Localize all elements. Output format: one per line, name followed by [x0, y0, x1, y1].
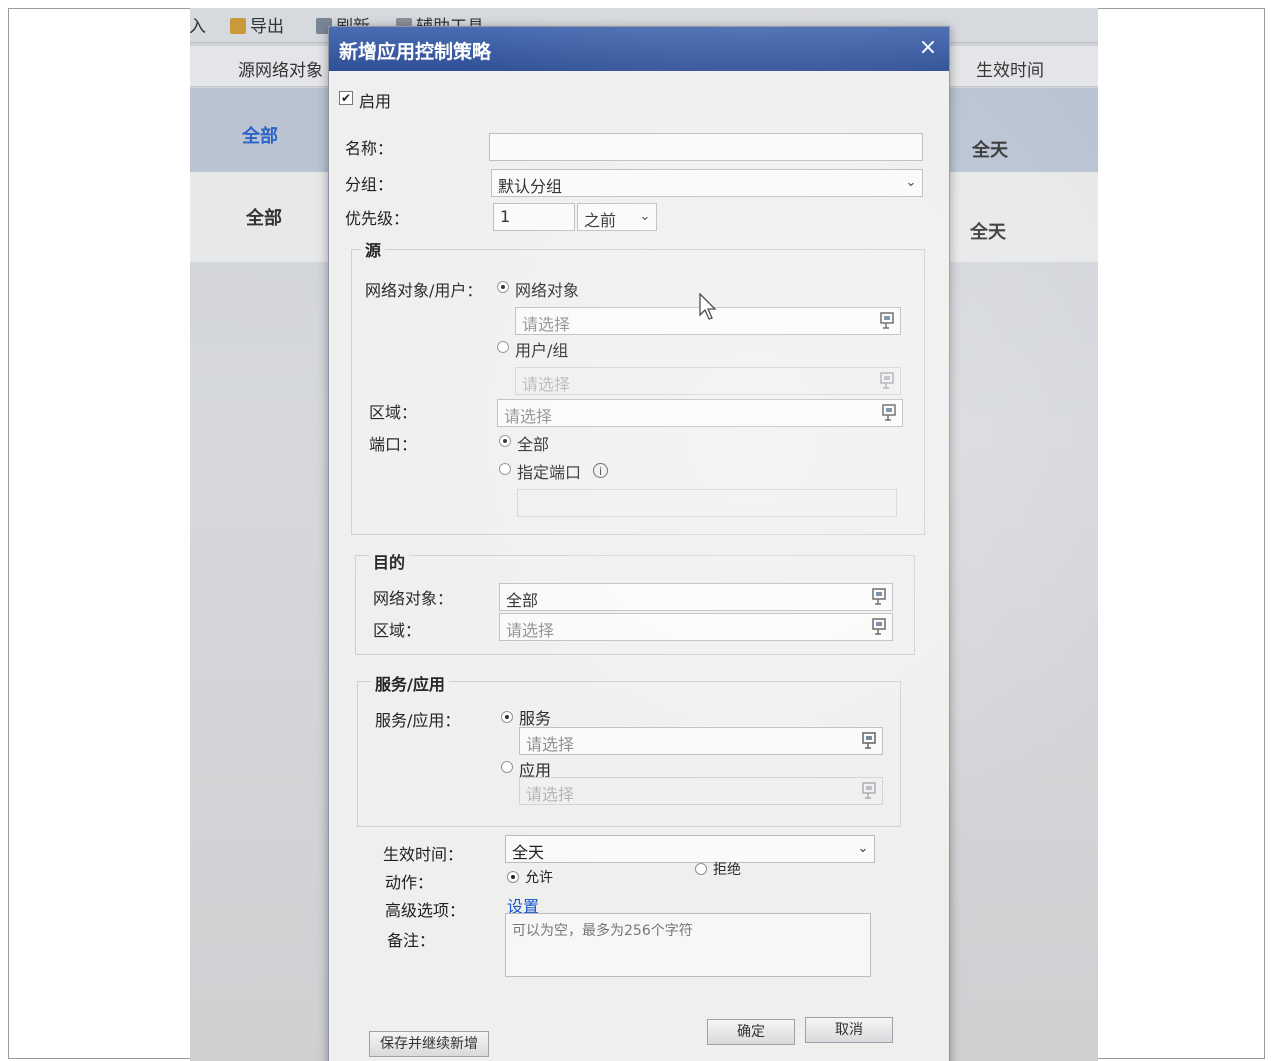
src-zone-input[interactable]: 请选择 — [497, 399, 903, 427]
allow-option-label: 允许 — [525, 870, 553, 886]
dst-zone-placeholder: 请选择 — [506, 621, 555, 640]
service-app-legend: 服务/应用 — [371, 671, 449, 695]
app-input: 请选择 — [519, 777, 883, 805]
picker-icon[interactable] — [860, 731, 880, 751]
export-icon — [230, 18, 246, 34]
chevron-down-icon: ⌄ — [857, 841, 869, 856]
advanced-label: 高级选项： — [385, 901, 466, 920]
cancel-button[interactable]: 取消 — [805, 1017, 893, 1043]
action-label: 动作： — [385, 873, 434, 892]
app-placeholder: 请选择 — [526, 785, 575, 804]
port-all-radio[interactable] — [499, 435, 511, 447]
picker-icon[interactable] — [880, 403, 900, 423]
chevron-down-icon: ⌄ — [639, 209, 651, 224]
row-source: 全部 — [242, 126, 278, 147]
picker-icon[interactable] — [870, 617, 890, 637]
name-label: 名称： — [345, 139, 394, 158]
service-placeholder: 请选择 — [526, 735, 575, 754]
dst-net-object-value: 全部 — [506, 591, 539, 610]
port-all-option-label: 全部 — [517, 435, 550, 454]
net-object-option-label: 网络对象 — [515, 281, 580, 300]
port-specific-option-label: 指定端口 — [517, 463, 582, 482]
save-continue-button[interactable]: 保存并继续新增 — [369, 1031, 489, 1057]
net-user-label: 网络对象/用户： — [365, 281, 483, 300]
src-user-group-input: 请选择 — [515, 367, 901, 395]
picker-icon — [878, 371, 898, 391]
src-net-object-placeholder: 请选择 — [522, 315, 571, 334]
user-group-radio[interactable] — [497, 341, 509, 353]
destination-legend: 目的 — [369, 549, 410, 573]
group-value: 默认分组 — [498, 177, 563, 196]
enable-checkbox[interactable]: ✔ — [339, 91, 353, 105]
service-radio[interactable] — [501, 711, 513, 723]
dialog-title: 新增应用控制策略 — [339, 41, 492, 63]
service-app-label: 服务/应用： — [375, 711, 461, 730]
dst-net-object-label: 网络对象： — [373, 589, 454, 608]
effective-time-label: 生效时间： — [383, 845, 464, 864]
deny-radio[interactable] — [695, 863, 707, 875]
group-label: 分组： — [345, 175, 394, 194]
deny-option-label: 拒绝 — [713, 862, 741, 878]
header-effective-time[interactable]: 生效时间 — [976, 56, 1044, 81]
picker-icon[interactable] — [870, 587, 890, 607]
group-select[interactable]: 默认分组 ⌄ — [491, 169, 923, 197]
effective-time-select[interactable]: 全天 ⌄ — [505, 835, 875, 863]
chevron-down-icon: ⌄ — [905, 175, 917, 190]
service-option-label: 服务 — [519, 709, 552, 728]
row-time: 全天 — [970, 222, 1006, 243]
info-icon[interactable]: i — [593, 463, 608, 478]
user-group-option-label: 用户/组 — [515, 341, 569, 360]
port-input[interactable] — [517, 489, 897, 517]
header-source[interactable]: 源网络对象 — [238, 56, 323, 81]
row-time: 全天 — [972, 140, 1008, 161]
priority-position-value: 之前 — [584, 211, 617, 230]
source-legend: 源 — [361, 237, 386, 261]
effective-time-value: 全天 — [512, 843, 545, 862]
src-user-group-placeholder: 请选择 — [522, 375, 571, 394]
dst-zone-input[interactable]: 请选择 — [499, 613, 893, 641]
priority-position-select[interactable]: 之前 ⌄ — [577, 203, 657, 231]
picker-icon — [860, 781, 880, 801]
remark-textarea[interactable]: 可以为空，最多为256个字符 — [505, 913, 871, 977]
service-input[interactable]: 请选择 — [519, 727, 883, 755]
remark-label: 备注： — [387, 931, 436, 950]
dst-net-object-input[interactable]: 全部 — [499, 583, 893, 611]
close-icon[interactable]: × — [915, 35, 941, 61]
src-zone-placeholder: 请选择 — [504, 407, 553, 426]
app-radio[interactable] — [501, 761, 513, 773]
import-button[interactable]: 导入 — [190, 12, 206, 37]
net-object-radio[interactable] — [497, 281, 509, 293]
dst-zone-label: 区域： — [373, 621, 422, 640]
priority-input[interactable]: 1 — [493, 203, 575, 231]
export-label: 导出 — [250, 17, 284, 37]
port-specific-radio[interactable] — [499, 463, 511, 475]
src-zone-label: 区域： — [369, 403, 418, 422]
port-label: 端口： — [369, 435, 418, 454]
priority-label: 优先级： — [345, 209, 410, 228]
import-label: 导入 — [190, 17, 206, 37]
mouse-cursor-icon — [699, 293, 717, 320]
screen-photo: 导入 导出 刷新 辅助工具 源网络对象 生效时间 全部 全天 全部 全天 新增应… — [190, 8, 1098, 1061]
row-source: 全部 — [246, 208, 282, 229]
enable-label: 启用 — [359, 92, 392, 111]
picker-icon[interactable] — [878, 311, 898, 331]
policy-dialog: 新增应用控制策略 × ✔ 启用 名称： 分组： 默认分组 ⌄ 优先级： 1 之前… — [328, 26, 950, 1061]
dialog-titlebar[interactable]: 新增应用控制策略 × — [329, 27, 949, 71]
name-input[interactable] — [489, 133, 923, 161]
allow-radio[interactable] — [507, 871, 519, 883]
export-button[interactable]: 导出 — [230, 12, 284, 37]
ok-button[interactable]: 确定 — [707, 1019, 795, 1045]
